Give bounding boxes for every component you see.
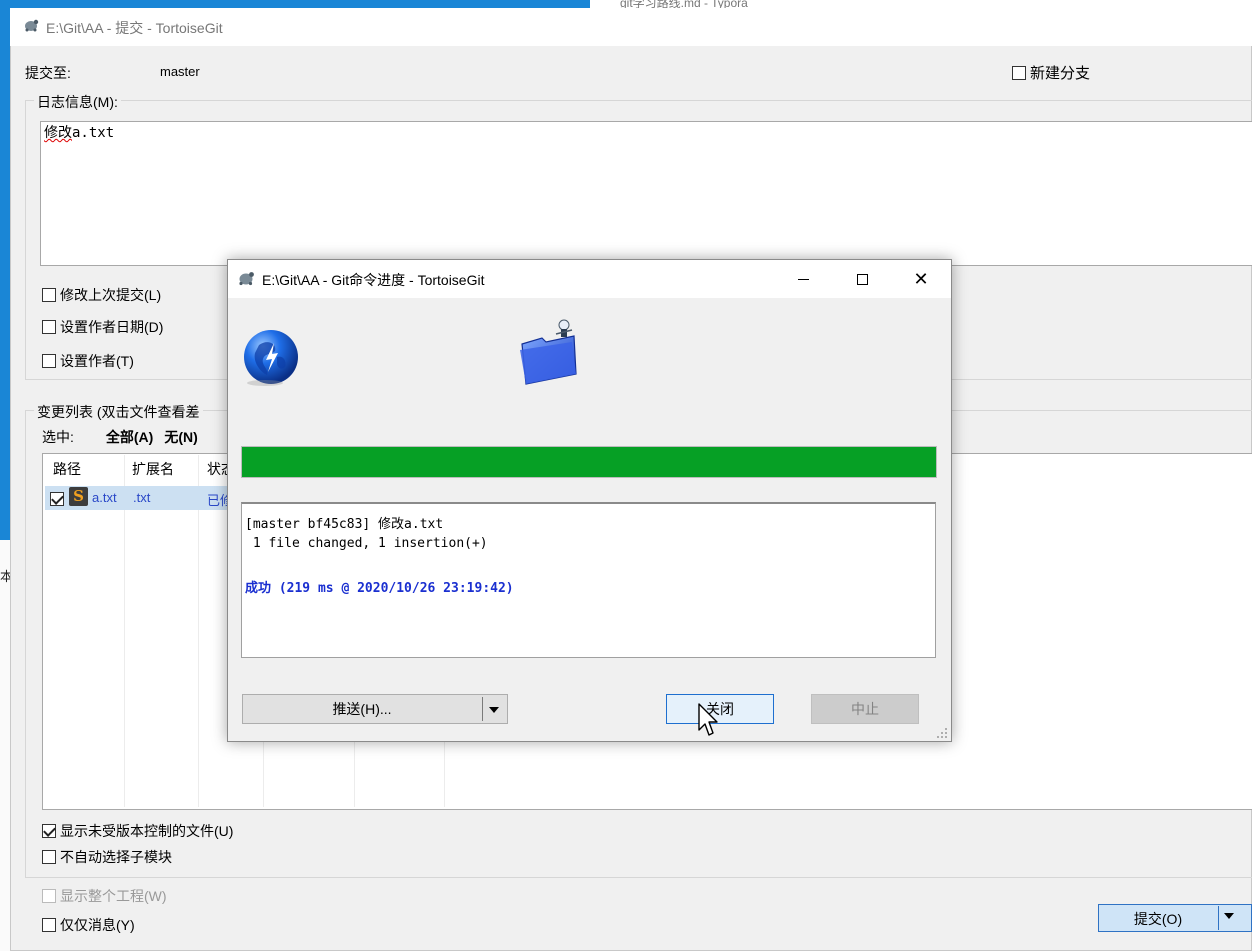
changes-label: 变更列表 (双击文件查看差 <box>34 402 203 422</box>
message-only-checkbox[interactable]: 仅仅消息(Y) <box>42 915 135 935</box>
close-icon: ✕ <box>913 269 929 289</box>
checkbox-box[interactable] <box>1012 66 1026 81</box>
checkbox-box[interactable] <box>42 288 56 303</box>
abort-button-label: 中止 <box>851 701 879 717</box>
checkbox-box[interactable] <box>42 824 56 839</box>
output-success-line: 成功 (219 ms @ 2020/10/26 23:19:42) <box>245 581 514 596</box>
message-only-label: 仅仅消息(Y) <box>60 917 135 933</box>
column-header-status[interactable]: 状态 <box>207 459 227 479</box>
show-whole-project-checkbox: 显示整个工程(W) <box>42 886 167 906</box>
log-message-editor[interactable] <box>40 121 1252 266</box>
new-branch-label: 新建分支 <box>1030 65 1091 82</box>
commit-to-label: 提交至: <box>25 65 71 81</box>
select-label: 选中: <box>42 429 74 445</box>
commit-button-divider <box>1218 906 1219 930</box>
resize-grip-icon[interactable] <box>936 727 948 739</box>
chevron-down-icon[interactable] <box>489 707 499 713</box>
checkbox-box <box>42 889 56 904</box>
progress-bar-fill <box>242 447 936 477</box>
file-path: a.txt <box>92 490 117 505</box>
column-header-path[interactable]: 路径 <box>53 459 81 479</box>
push-button-label: 推送(H)... <box>332 701 392 717</box>
folder-icon <box>520 319 577 385</box>
tortoisegit-icon <box>25 19 39 32</box>
progress-dialog <box>227 259 952 742</box>
set-author-checkbox[interactable]: 设置作者(T) <box>42 351 134 371</box>
log-message-misspelled: 修改 <box>44 125 72 141</box>
file-checkbox[interactable] <box>50 492 64 507</box>
set-author-date-checkbox[interactable]: 设置作者日期(D) <box>42 317 163 337</box>
branch-name: master <box>160 64 200 79</box>
checkbox-box[interactable] <box>42 918 56 933</box>
maximize-icon <box>856 273 868 285</box>
new-branch-checkbox[interactable]: 新建分支 <box>1012 62 1090 83</box>
amend-checkbox[interactable]: 修改上次提交(L) <box>42 285 161 305</box>
log-message-label: 日志信息(M): <box>34 92 121 112</box>
minimize-icon <box>797 278 809 280</box>
file-extension: .txt <box>133 490 151 505</box>
output-line: 1 file changed, 1 insertion(+) <box>245 536 488 551</box>
set-author-label: 设置作者(T) <box>60 353 134 369</box>
show-whole-project-label: 显示整个工程(W) <box>60 888 167 904</box>
column-header-extension[interactable]: 扩展名 <box>132 459 174 479</box>
close-window-button[interactable]: ✕ <box>892 260 950 298</box>
checkbox-box[interactable] <box>42 354 56 369</box>
commit-window-title: E:\Git\AA - 提交 - TortoiseGit <box>46 20 223 36</box>
set-author-date-label: 设置作者日期(D) <box>60 319 164 335</box>
sublime-file-icon: S <box>69 487 88 506</box>
amend-label: 修改上次提交(L) <box>60 287 162 303</box>
show-unversioned-checkbox[interactable]: 显示未受版本控制的文件(U) <box>42 821 233 841</box>
select-row: 选中: 全部(A) 无(N) <box>42 427 198 447</box>
file-status: 已修改 <box>207 493 227 508</box>
progress-dialog-title: E:\Git\AA - Git命令进度 - TortoiseGit <box>262 272 485 288</box>
checkbox-box[interactable] <box>42 320 56 335</box>
checkbox-box[interactable] <box>42 850 56 865</box>
globe-icon <box>244 330 298 386</box>
commit-button-label: 提交(O) <box>1133 911 1183 927</box>
output-line: [master bf45c83] 修改a.txt <box>245 517 444 532</box>
select-all-link[interactable]: 全部(A) <box>106 429 153 445</box>
minimize-button[interactable] <box>774 260 832 298</box>
close-button-label: 关闭 <box>706 701 734 717</box>
push-button-divider <box>482 697 483 721</box>
log-message-rest: a.txt <box>72 125 115 141</box>
mouse-pointer-icon <box>698 703 718 736</box>
tortoisegit-icon <box>239 272 254 286</box>
maximize-button[interactable] <box>833 260 891 298</box>
log-message-text: 修改a.txt <box>44 122 114 142</box>
no-autoselect-submodules-label: 不自动选择子模块 <box>60 849 172 865</box>
no-autoselect-submodules-checkbox[interactable]: 不自动选择子模块 <box>42 847 172 867</box>
select-none-link[interactable]: 无(N) <box>164 429 197 445</box>
show-unversioned-label: 显示未受版本控制的文件(U) <box>60 823 234 839</box>
chevron-down-icon[interactable] <box>1224 913 1234 919</box>
